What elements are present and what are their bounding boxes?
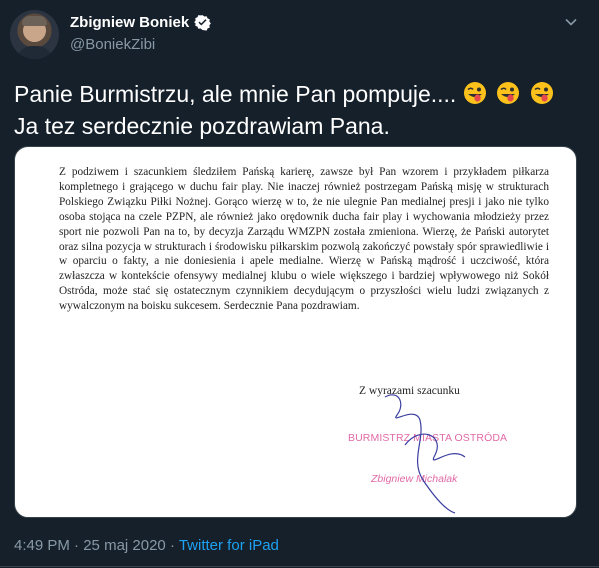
divider [0,566,599,567]
verified-badge-icon [194,15,212,31]
letter-body: Z podziwem i szacunkiem śledziłem Pańską… [59,165,549,314]
avatar[interactable] [10,10,59,59]
avatar-shirt [16,46,53,59]
footer-separator: · [165,537,179,554]
letter-greeting: Serdecznie Pana pozdrawiam. [223,300,360,313]
tweet-text-part1: Panie Burmistrzu, ale mnie Pan pompuje..… [14,81,457,107]
tweet-footer: 4:49 PM · 25 maj 2020 · Twitter for iPad [14,537,279,554]
tweet-image[interactable]: Z podziwem i szacunkiem śledziłem Pańską… [14,146,577,518]
face-with-tongue-winking-icon [497,82,520,104]
tweet-text: Panie Burmistrzu, ale mnie Pan pompuje..… [14,78,584,142]
display-name[interactable]: Zbigniew Boniek [70,14,189,31]
face-with-tongue-winking-icon [530,82,553,104]
face-with-tongue-winking-icon [463,82,486,104]
chevron-down-icon[interactable] [564,15,578,29]
avatar-hair [22,16,47,26]
signature-icon [384,394,466,514]
tweet-date[interactable]: 25 maj 2020 [83,537,166,554]
author-name-row[interactable]: Zbigniew Boniek [70,14,212,31]
tweet-time[interactable]: 4:49 PM [14,537,70,554]
user-handle[interactable]: @BoniekZibi [70,36,155,53]
tweet-text-part2: Ja tez serdecznie pozdrawiam Pana. [14,113,390,139]
footer-separator: · [69,537,84,554]
tweet-source-link[interactable]: Twitter for iPad [179,537,279,554]
